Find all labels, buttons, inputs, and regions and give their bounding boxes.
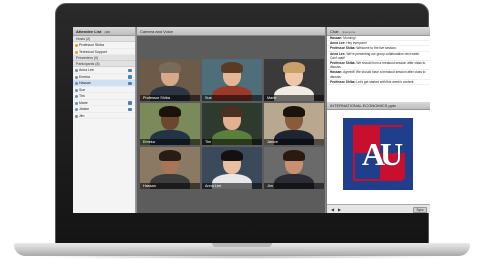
laptop-shadow — [30, 255, 454, 259]
video-name-label: Jim — [264, 183, 324, 189]
attendee-name: Emeka — [79, 74, 90, 79]
previous-slide-icon[interactable]: ◀ — [330, 207, 335, 212]
attendee-list-title: Attendee List (18) — [73, 27, 135, 36]
video-name-label: Emeka — [140, 139, 200, 145]
presenters-group-count: (0) — [93, 56, 99, 60]
person-hair — [159, 106, 181, 117]
attendee-name: Professor Shiba — [79, 43, 104, 47]
file-title: INTERNATIONAL ECONOMICS.pptx — [327, 102, 430, 110]
video-tile[interactable]: Janice — [264, 103, 324, 145]
chat-text: Let's get started with this week's conte… — [356, 79, 415, 84]
participants-group-label: Participants — [76, 62, 95, 66]
video-name-label: Marie — [264, 95, 324, 101]
participant-icon — [75, 95, 78, 98]
chat-text: Hey everyone! — [346, 41, 367, 46]
chat-title: Chat Everyone — [327, 27, 430, 36]
next-slide-icon[interactable]: ▶ — [337, 207, 342, 212]
host-icon — [75, 44, 78, 47]
chat-message: Anna Lee: We're presenting our group col… — [327, 52, 430, 62]
attendee-count: (18) — [104, 30, 110, 34]
person-hair — [283, 106, 305, 117]
chat-message: Professor Shiba: Let's get started with … — [327, 79, 430, 86]
video-tile[interactable]: Jim — [264, 147, 324, 189]
video-tile[interactable]: Anna Lee — [202, 147, 262, 189]
person-hair — [159, 150, 181, 161]
video-name-label: Professor Shiba — [140, 95, 200, 101]
video-tile[interactable]: Sue — [202, 59, 262, 101]
video-tile[interactable]: Emeka — [140, 103, 200, 145]
chat-author: Hassan: — [330, 36, 343, 40]
video-tile[interactable]: Marie — [264, 59, 324, 101]
attendee-name: Technical Support — [79, 49, 107, 54]
app-screen: Attendee List (18) Hosts (2) Professor S… — [73, 27, 430, 213]
microphone-icon — [128, 107, 132, 111]
participant-icon — [75, 82, 78, 85]
person-hair — [221, 62, 243, 73]
attendee-list-panel: Attendee List (18) Hosts (2) Professor S… — [73, 27, 136, 213]
video-name-label: Sue — [202, 95, 262, 101]
participant-icon — [75, 88, 78, 92]
microphone-icon — [128, 75, 132, 79]
logo-letters: AU — [361, 136, 403, 172]
person-hair — [283, 150, 305, 161]
microphone-icon — [128, 101, 132, 105]
host-icon — [75, 50, 78, 54]
participant-icon — [75, 114, 78, 118]
chat-author: Anna Lee: — [330, 41, 346, 46]
participant-icon — [75, 75, 78, 79]
laptop-notch — [212, 243, 272, 247]
presenters-group-label: Presenters — [76, 56, 93, 60]
video-tile[interactable]: Hassan — [140, 147, 200, 189]
attendee-name: Tim — [79, 94, 85, 98]
attendee-list-title-text: Attendee List — [76, 29, 102, 34]
camera-voice-panel: Camera and Voice Professor Shiba Sue Marie… — [137, 27, 325, 213]
attendee-name: Marie — [79, 100, 88, 105]
file-toolbar: ◀ ▶ Sync — [327, 204, 430, 213]
chat-panel: Chat Everyone Hassan: Morning! Anna Lee: … — [326, 27, 430, 102]
participant-icon — [75, 69, 78, 72]
camera-voice-title: Camera and Voice — [137, 27, 325, 36]
participant-icon — [75, 108, 78, 111]
slide-view: AU — [343, 118, 413, 190]
chat-author: Professor Shiba: — [330, 46, 356, 51]
participants-group-count: (8) — [95, 62, 100, 66]
video-name-label: Janice — [264, 139, 324, 145]
video-grid: Professor Shiba Sue Marie Emeka Tim Janice Has… — [140, 59, 324, 190]
chat-message: Professor Shiba: We should form a breako… — [327, 61, 430, 71]
chat-message: Hassan: Agreed!! We should have a breako… — [327, 70, 430, 80]
university-logo: AU — [353, 125, 405, 181]
video-tile[interactable]: Professor Shiba — [140, 59, 200, 101]
chat-title-text: Chat — [330, 29, 339, 34]
attendee-name: Jim — [79, 113, 85, 118]
person-hair — [283, 62, 305, 73]
video-name-label: Hassan — [140, 183, 200, 189]
attendee-name: Hassan — [79, 81, 91, 85]
video-name-label: Anna Lee — [202, 183, 262, 189]
chat-text: Morning! — [343, 36, 356, 40]
chat-author: Professor Shiba: — [330, 79, 356, 84]
hosts-group-count: (2) — [85, 37, 91, 41]
microphone-icon — [128, 68, 132, 72]
person-hair — [159, 62, 181, 73]
person-hair — [221, 106, 243, 117]
sync-button[interactable]: Sync — [413, 206, 427, 213]
microphone-icon — [128, 81, 132, 85]
video-name-label: Tim — [202, 139, 262, 145]
hosts-group-label: Hosts — [76, 37, 85, 41]
person-hair — [221, 150, 243, 161]
attendee-name: Anna Lee — [79, 68, 94, 72]
attendee-name: Janice — [79, 107, 90, 111]
attendee-name: Sue — [79, 87, 86, 92]
attendee-row[interactable]: Technical Support — [73, 49, 135, 55]
attendee-row[interactable]: Jim — [73, 113, 135, 119]
chat-text: Welcome to the live session. — [356, 46, 397, 51]
file-share-panel: INTERNATIONAL ECONOMICS.pptx AU ◀ ▶ Sync — [326, 102, 430, 213]
video-tile[interactable]: Tim — [202, 103, 262, 145]
chat-text: Agreed!! We should have a breakout sessi… — [330, 70, 426, 79]
chat-messages: Hassan: Morning! Anna Lee: Hey everyone! P… — [327, 36, 430, 86]
chat-audience-selector[interactable]: Everyone — [343, 30, 356, 34]
participant-icon — [75, 101, 78, 105]
